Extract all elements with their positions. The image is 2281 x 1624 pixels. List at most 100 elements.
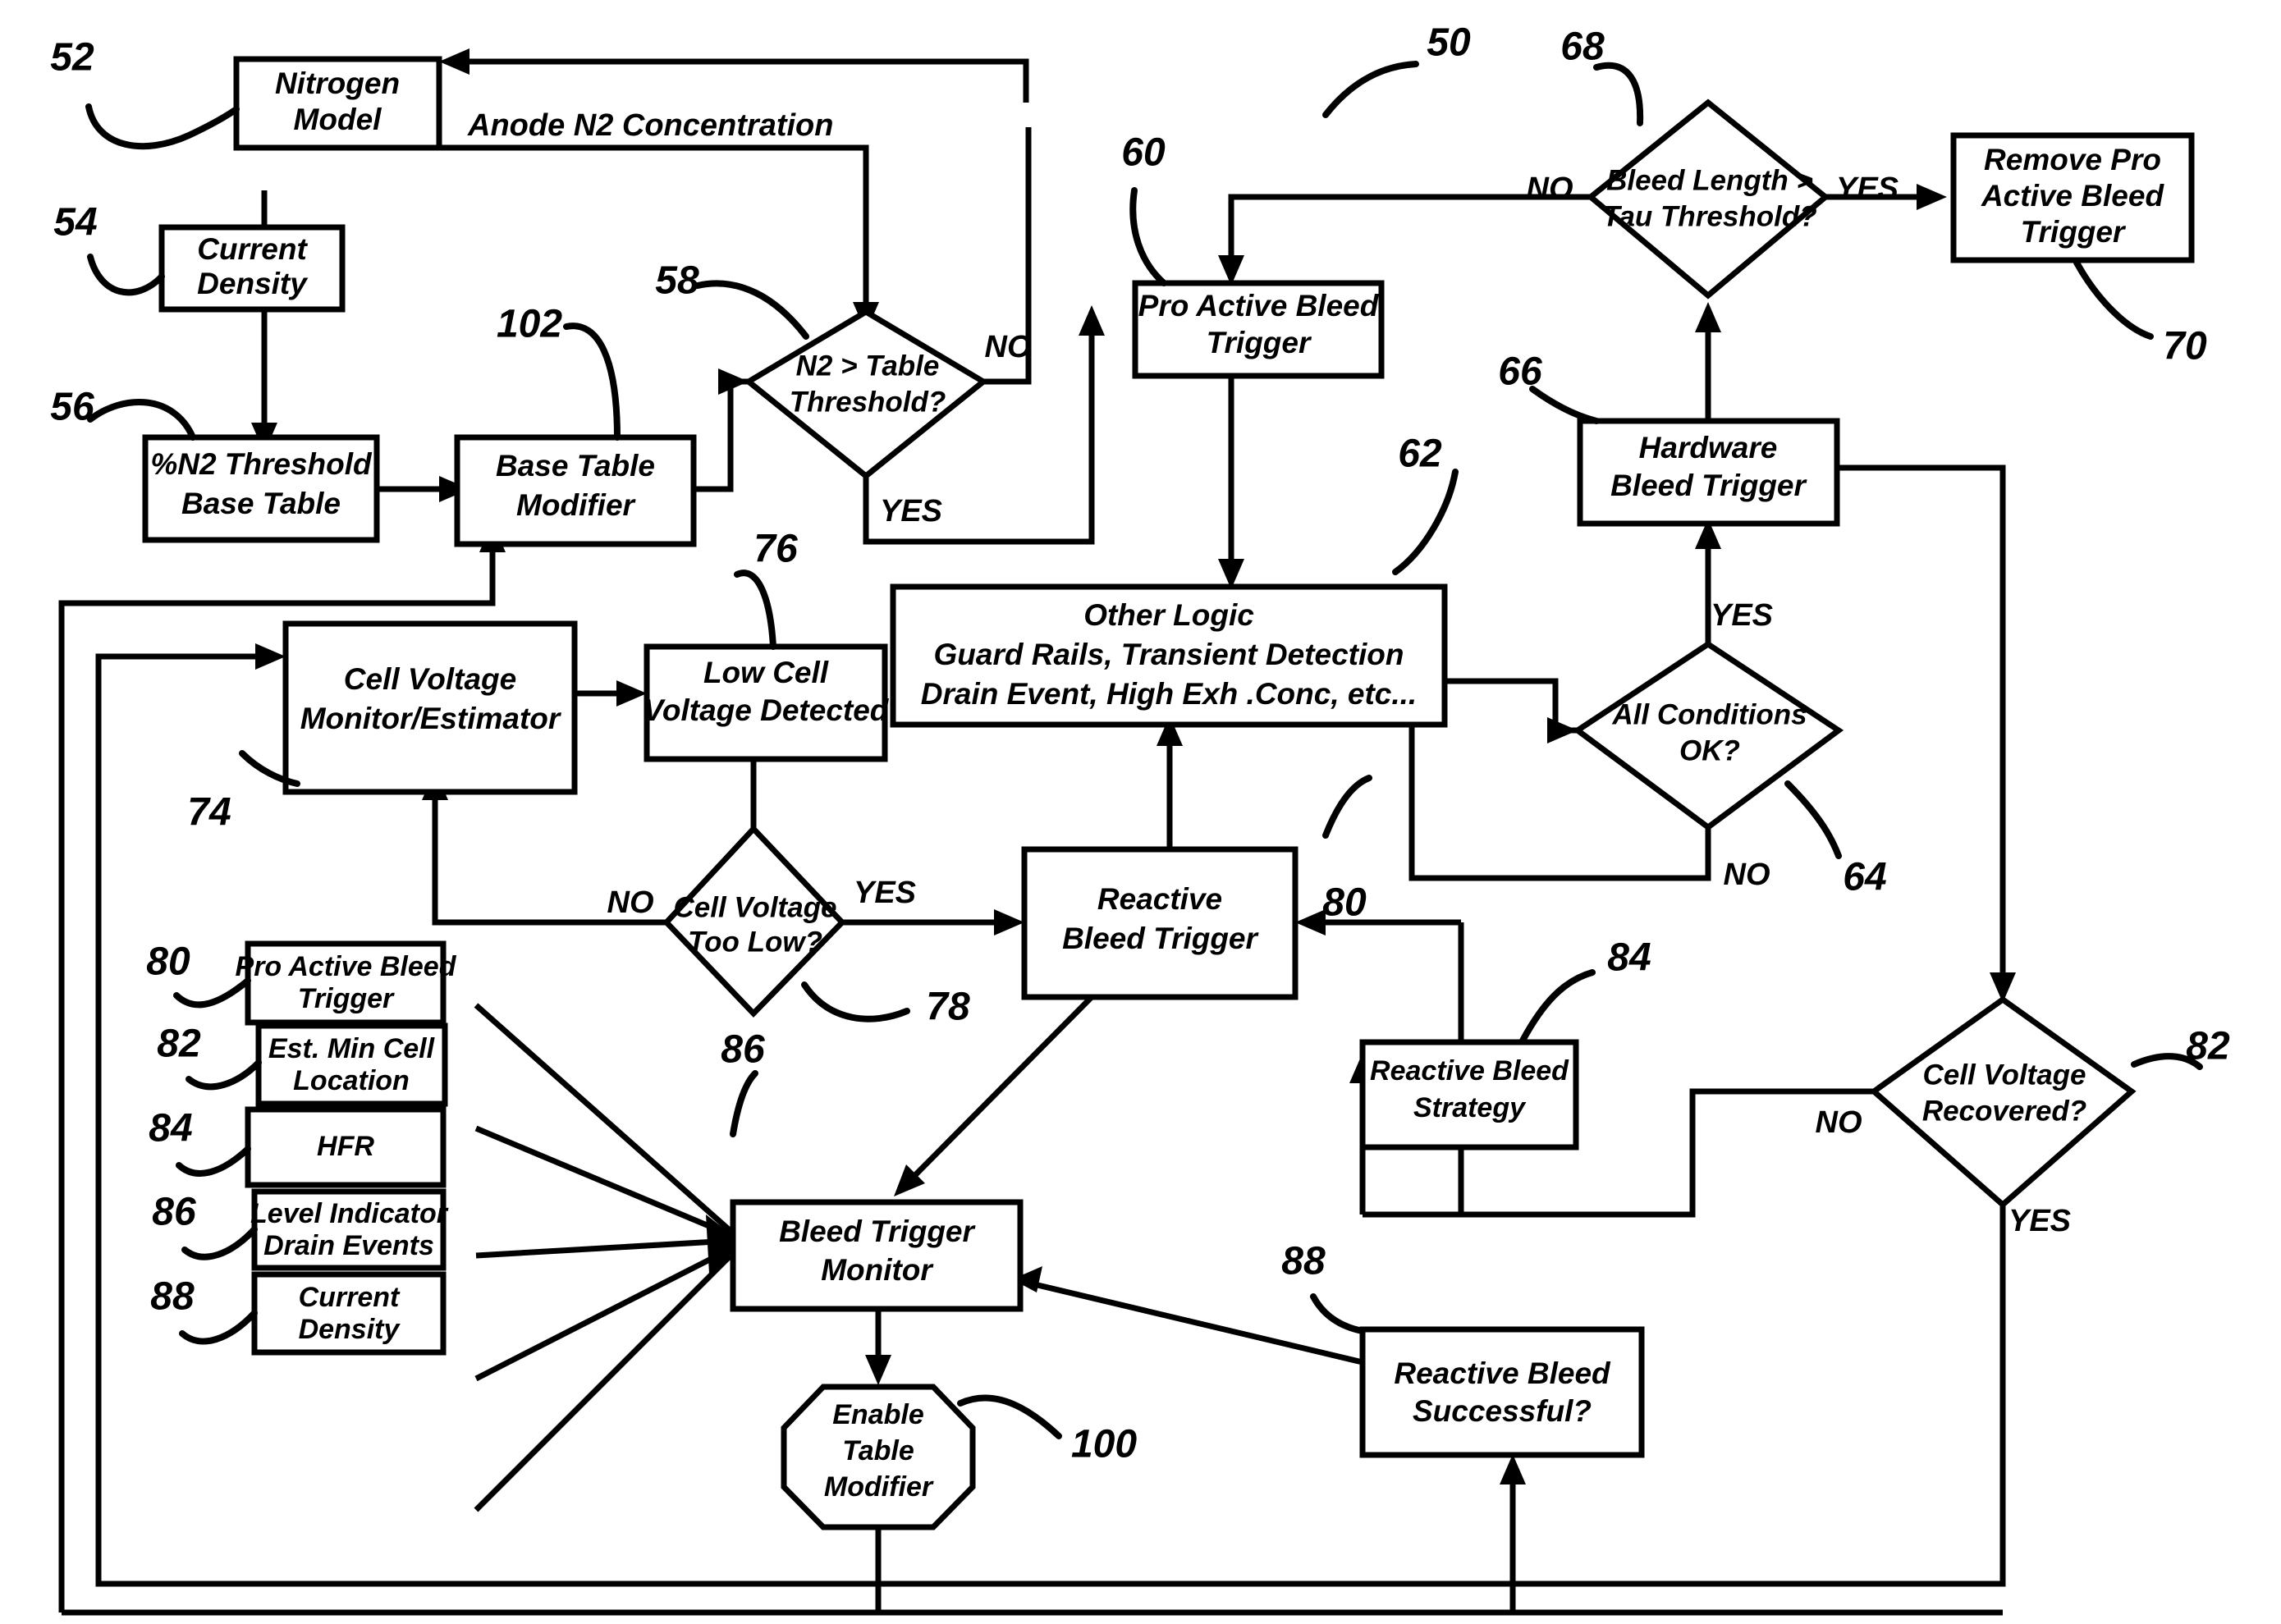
leader-78: [801, 981, 910, 1022]
input-current-density-label-line1: Current: [299, 1282, 401, 1313]
node-nitrogen-model[interactable]: Nitrogen Model: [233, 56, 442, 151]
cell-voltage-too-low-label-line1: Cell Voltage: [673, 891, 836, 923]
input-level-indicator-drain-events-label-line1: Level Indicator: [250, 1198, 449, 1229]
edge-input-proactive-to-monitor: [474, 1003, 733, 1233]
leader-64: [1784, 780, 1842, 859]
leader-84b: [176, 1146, 251, 1177]
edge-modifier-to-n2-diamond: [694, 382, 734, 492]
hardware-bleed-trigger-label-line2: Bleed Trigger: [1610, 469, 1807, 502]
arrowhead-reactive-left-in: [994, 909, 1024, 936]
input-est-min-cell-location-label-line1: Est. Min Cell: [268, 1033, 436, 1064]
node-other-logic[interactable]: Other Logic Guard Rails, Transient Detec…: [890, 583, 1448, 728]
node-reactive-bleed-strategy[interactable]: Reactive Bleed Strategy: [1359, 1039, 1579, 1151]
node-input-est-min-cell-location[interactable]: Est. Min Cell Location: [255, 1022, 448, 1107]
node-cell-voltage-monitor[interactable]: Cell Voltage Monitor/Estimator: [282, 620, 578, 795]
edge-label-cv-too-low-yes: YES: [854, 876, 916, 910]
edge-input-hfr-to-monitor: [475, 1237, 731, 1259]
bleed-length-gt-tau-label-line2: Tau Threshold?: [1602, 200, 1816, 232]
leader-56: [87, 398, 196, 441]
remove-pro-active-bleed-trigger-label-line3: Trigger: [2021, 215, 2127, 249]
edge-label-anode-n2-concentration: Anode N2 Concentration: [467, 108, 833, 143]
edge-input-estmin-to-monitor: [474, 1125, 732, 1238]
ref-num-70: 70: [2163, 325, 2207, 368]
node-pro-active-bleed-trigger[interactable]: Pro Active Bleed Trigger: [1132, 280, 1385, 379]
ref-num-82a: 82: [2186, 1025, 2230, 1068]
leader-62: [1392, 469, 1459, 575]
n2-gt-table-threshold-label-line2: Threshold?: [790, 386, 946, 418]
other-logic-label-line1: Other Logic: [1083, 598, 1254, 632]
edge-label-all-conditions-yes: YES: [1711, 598, 1773, 633]
edge-label-cv-recovered-no: NO: [1816, 1105, 1862, 1140]
input-pro-active-bleed-trigger-label-line1: Pro Active Bleed: [236, 951, 457, 982]
node-n2-gt-table-threshold[interactable]: N2 > Table Threshold?: [743, 308, 989, 480]
bleed-trigger-monitor-label-line1: Bleed Trigger: [779, 1215, 976, 1248]
node-reactive-bleed-trigger[interactable]: Reactive Bleed Trigger: [1021, 846, 1299, 1000]
hardware-bleed-trigger-label-line1: Hardware: [1639, 431, 1778, 464]
bleed-length-gt-tau-label-line1: Bleed Length >: [1606, 164, 1813, 196]
low-cell-voltage-detected-label-line1: Low Cell: [703, 656, 829, 689]
node-bleed-trigger-monitor[interactable]: Bleed Trigger Monitor: [730, 1199, 1024, 1312]
ref-num-80b: 80: [146, 940, 190, 984]
leader-76: [734, 570, 776, 650]
n2-threshold-base-table-label-line2: Base Table: [181, 487, 341, 520]
node-enable-table-modifier[interactable]: Enable Table Modifier: [781, 1384, 976, 1530]
node-n2-threshold-base-table[interactable]: %N2 Threshold Base Table: [142, 434, 380, 543]
reactive-bleed-strategy-label-line1: Reactive Bleed: [1370, 1055, 1569, 1086]
edge-hardware-to-cvrecovered: [1837, 464, 2006, 981]
bleed-trigger-monitor-label-line2: Monitor: [821, 1253, 934, 1287]
ref-num-60: 60: [1121, 131, 1166, 175]
cell-voltage-recovered-label-line1: Cell Voltage: [1922, 1059, 2086, 1091]
leader-80b: [173, 977, 251, 1009]
ref-num-58: 58: [655, 259, 699, 303]
node-input-current-density[interactable]: Current Density: [251, 1271, 447, 1356]
edge-nitrogen-model-to-n2-diamond: [439, 144, 869, 312]
arrowhead-nitrogen-model-in: [439, 48, 469, 75]
ref-num-84a: 84: [1607, 936, 1651, 980]
leader-52: [85, 103, 240, 150]
ref-num-66: 66: [1498, 350, 1542, 394]
node-input-level-indicator-drain-events[interactable]: Level Indicator Drain Events: [250, 1188, 449, 1271]
reactive-bleed-trigger-label-line2: Bleed Trigger: [1062, 922, 1259, 955]
ref-num-54: 54: [53, 201, 97, 245]
leader-86a: [730, 1070, 758, 1137]
cell-voltage-monitor-label-line2: Monitor/Estimator: [300, 702, 562, 735]
node-input-hfr[interactable]: HFR: [245, 1106, 447, 1188]
arrowhead-successful-bottom-in: [1500, 1454, 1526, 1484]
node-base-table-modifier[interactable]: Base Table Modifier: [454, 434, 697, 547]
edge-label-cv-too-low-no: NO: [607, 885, 654, 920]
leader-68: [1593, 62, 1644, 126]
node-low-cell-voltage-detected[interactable]: Low Cell Voltage Detected: [644, 643, 890, 762]
pro-active-bleed-trigger-label-line2: Trigger: [1207, 326, 1312, 359]
reactive-bleed-trigger-label-line1: Reactive: [1097, 882, 1222, 916]
arrowhead-reactive-right-in: [1295, 909, 1326, 936]
input-level-indicator-drain-events-label-line2: Drain Events: [263, 1230, 434, 1261]
node-hardware-bleed-trigger[interactable]: Hardware Bleed Trigger: [1577, 418, 1840, 527]
cell-voltage-recovered-label-line2: Recovered?: [1922, 1095, 2086, 1127]
input-hfr-label-line1: HFR: [317, 1131, 374, 1162]
n2-gt-table-threshold-label-line1: N2 > Table: [796, 350, 940, 382]
node-cell-voltage-too-low[interactable]: Cell Voltage Too Low?: [662, 824, 846, 1018]
ref-num-68: 68: [1560, 25, 1605, 69]
leader-88a: [1310, 1293, 1366, 1334]
all-conditions-ok-label-line1: All Conditions: [1611, 698, 1807, 730]
arrowhead-bleedlength-bottom-in: [1695, 302, 1721, 332]
reactive-bleed-successful-box[interactable]: [1359, 1326, 1645, 1458]
ref-num-76: 76: [753, 528, 798, 571]
node-bleed-length-gt-tau[interactable]: Bleed Length > Tau Threshold?: [1586, 98, 1830, 300]
enable-table-modifier-label-line1: Enable: [832, 1399, 923, 1430]
other-logic-label-line2: Guard Rails, Transient Detection: [934, 638, 1404, 671]
node-input-pro-active-bleed-trigger[interactable]: Pro Active Bleed Trigger: [236, 940, 457, 1026]
ref-num-84b: 84: [149, 1107, 192, 1151]
ref-num-88a: 88: [1281, 1240, 1326, 1283]
low-cell-voltage-detected-label-line2: Voltage Detected: [644, 693, 890, 727]
ref-num-88b: 88: [150, 1275, 195, 1319]
base-table-modifier-label-line2: Modifier: [516, 488, 636, 522]
ref-num-82b: 82: [157, 1022, 201, 1066]
bleed-length-gt-tau-diamond[interactable]: [1586, 98, 1830, 300]
node-cell-voltage-recovered[interactable]: Cell Voltage Recovered?: [1869, 995, 2137, 1209]
node-current-density-top[interactable]: Current Density: [158, 224, 346, 313]
node-remove-pro-active-bleed-trigger[interactable]: Remove Pro Active Bleed Trigger: [1950, 132, 2195, 263]
ref-num-74: 74: [187, 791, 231, 835]
node-reactive-bleed-successful[interactable]: Reactive Bleed Successful?: [1359, 1326, 1645, 1458]
arrowhead-remove-proactive-in: [1917, 184, 1947, 210]
